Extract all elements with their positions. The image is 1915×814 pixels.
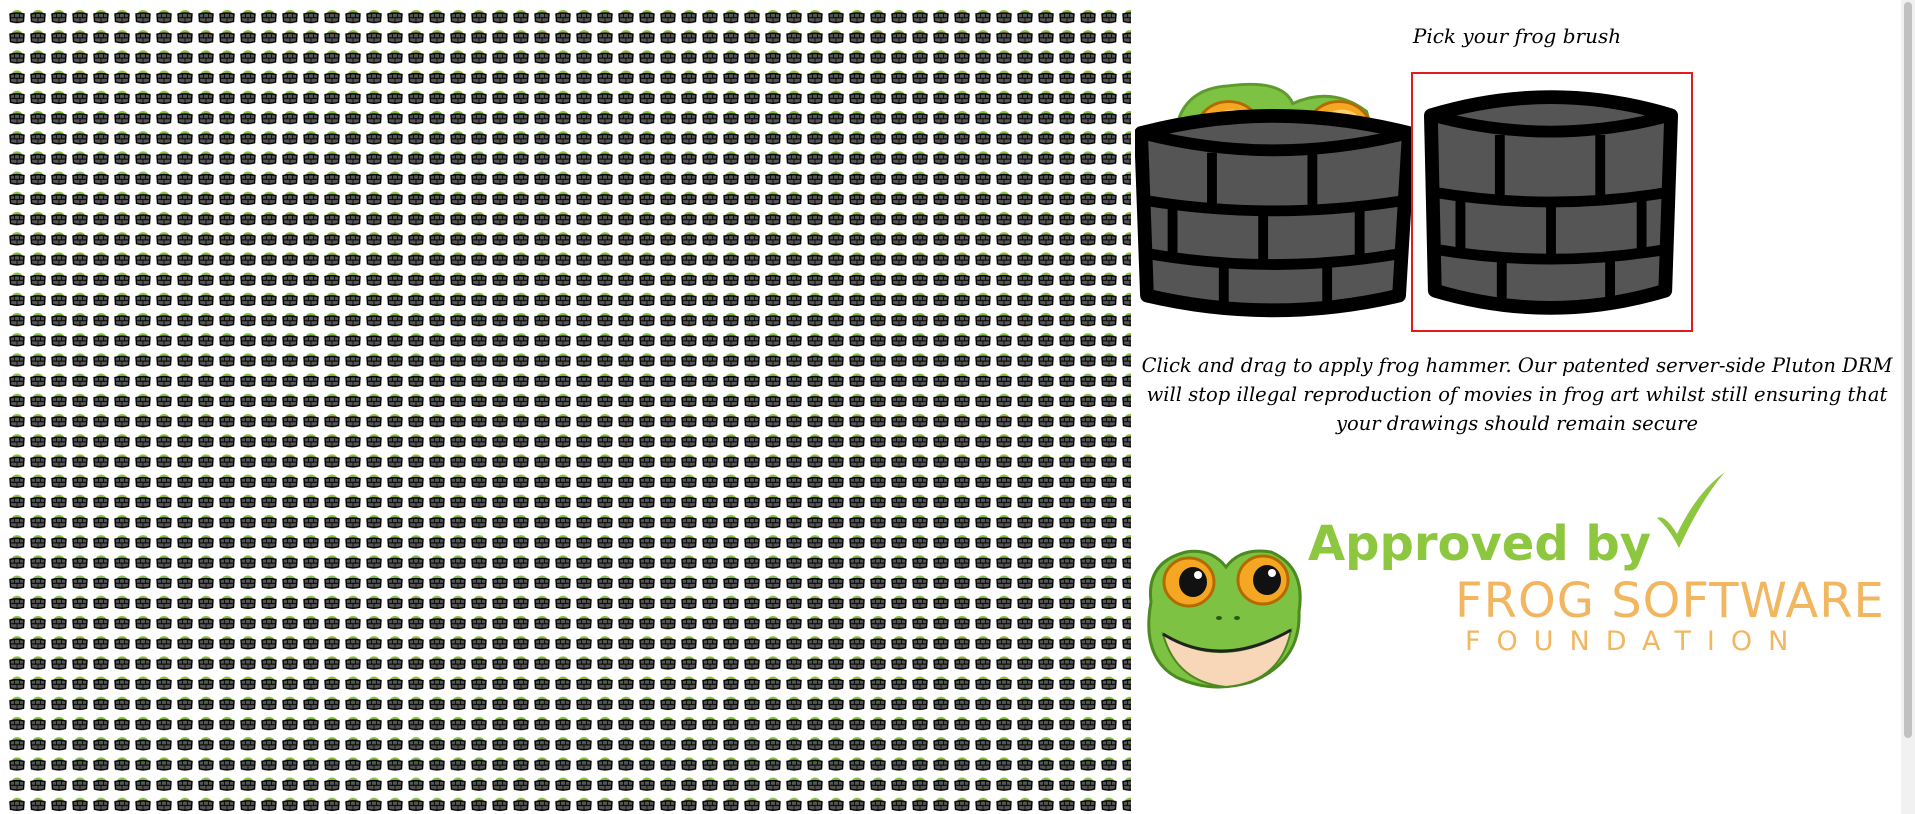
frog-in-well-icon [1135, 82, 1413, 318]
checkmark-icon [1657, 472, 1725, 548]
tool-panel: Pick your frog brush Click and drag to a… [1133, 0, 1901, 814]
frog-face-icon [1147, 549, 1302, 689]
foundation-subtitle: FOUNDATION [1465, 626, 1805, 657]
brush-option-frog-in-well[interactable] [1133, 72, 1415, 332]
frog-well-tiles [6, 6, 1131, 814]
scrollbar-thumb[interactable] [1904, 2, 1912, 738]
empty-well-icon [1424, 90, 1679, 315]
usage-instructions: Click and drag to apply frog hammer. Our… [1141, 354, 1893, 435]
brush-option-empty-well[interactable] [1411, 72, 1693, 332]
approved-by-text: Approved by [1308, 516, 1652, 572]
approval-badge: Approved by FROG SOFTWARE FOUNDATION [1133, 470, 1901, 700]
drawing-canvas[interactable] [6, 6, 1131, 814]
foundation-name: FROG SOFTWARE [1455, 573, 1885, 629]
page-scrollbar[interactable] [1901, 0, 1915, 814]
brush-picker-title: Pick your frog brush [1412, 24, 1622, 48]
